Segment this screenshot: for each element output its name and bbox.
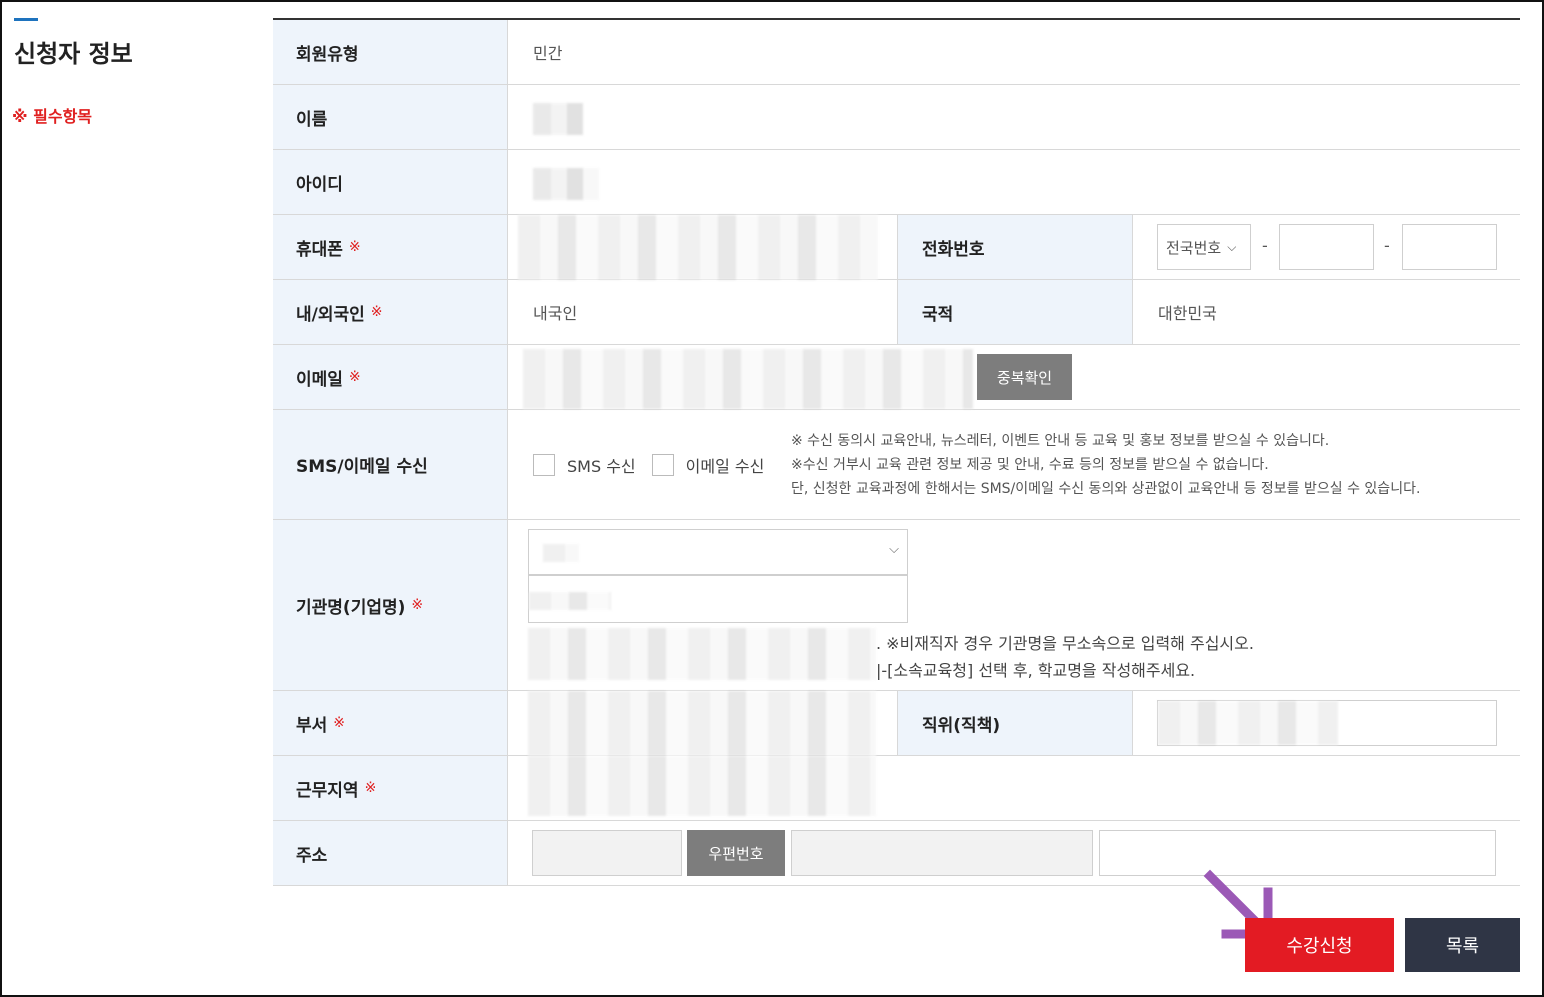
position-field bbox=[1133, 691, 1520, 755]
organization-note-2: |-[소속교육청] 선택 후, 학교명을 작성해주세요. bbox=[876, 661, 1196, 680]
phone-area-select[interactable]: 전국번호 ⌵ bbox=[1157, 224, 1251, 270]
address-main-input[interactable] bbox=[791, 830, 1093, 876]
sms-email-label: SMS/이메일 수신 bbox=[273, 410, 508, 519]
name-value bbox=[508, 85, 1520, 149]
position-input[interactable] bbox=[1157, 700, 1497, 746]
email-duplicate-check-button[interactable]: 중복확인 bbox=[977, 354, 1072, 400]
address-fields: 우편번호 bbox=[508, 821, 1520, 885]
organization-select-redacted bbox=[543, 544, 579, 562]
email-label: 이메일 ※ bbox=[273, 345, 508, 409]
mobile-input[interactable] bbox=[508, 215, 897, 280]
phone-last-input[interactable] bbox=[1402, 224, 1497, 270]
sms-email-notice: ※ 수신 동의시 교육안내, 뉴스레터, 이벤트 안내 등 교육 및 홍보 정보… bbox=[791, 429, 1420, 501]
email-fields: 중복확인 bbox=[508, 345, 1520, 409]
nationality-value: 대한민국 bbox=[1158, 304, 1217, 323]
address-label: 주소 bbox=[273, 821, 508, 885]
row-address: 주소 우편번호 bbox=[273, 821, 1520, 886]
organization-note-1: . ※비재직자 경우 기관명을 무소속으로 입력해 주십시오. bbox=[876, 634, 1254, 653]
work-region-input[interactable] bbox=[508, 756, 1520, 820]
apply-button[interactable]: 수강신청 bbox=[1245, 918, 1394, 972]
row-member-type: 회원유형 민간 bbox=[273, 20, 1520, 85]
user-id-value bbox=[508, 150, 1520, 214]
required-note: ※ 필수항목 bbox=[12, 107, 93, 126]
department-input[interactable] bbox=[508, 691, 897, 756]
email-checkbox[interactable] bbox=[651, 453, 674, 476]
member-type-label: 회원유형 bbox=[273, 20, 508, 84]
row-organization: 기관명(기업명) ※ ⌵ . ※비재직자 경우 기관명을 무소속으로 입력해 주십… bbox=[273, 520, 1520, 691]
nationality-label: 국적 bbox=[897, 280, 1133, 344]
sms-checkbox[interactable] bbox=[533, 453, 555, 476]
address-detail-input[interactable] bbox=[1099, 830, 1496, 876]
work-region-label: 근무지역 ※ bbox=[273, 756, 508, 820]
phone-fields: 전국번호 ⌵ - - bbox=[1133, 215, 1520, 279]
required-mark: ※ bbox=[370, 304, 383, 320]
name-label: 이름 bbox=[273, 85, 508, 149]
zipcode-input[interactable] bbox=[532, 830, 682, 876]
phone-area-select-value: 전국번호 bbox=[1166, 238, 1222, 257]
organization-select[interactable]: ⌵ bbox=[528, 529, 908, 575]
notice-line-1: ※ 수신 동의시 교육안내, 뉴스레터, 이벤트 안내 등 교육 및 홍보 정보… bbox=[791, 433, 1330, 449]
department-label: 부서 ※ bbox=[273, 691, 508, 755]
organization-input-redacted bbox=[529, 592, 611, 610]
organization-note-redacted bbox=[528, 628, 876, 680]
row-email: 이메일 ※ 중복확인 bbox=[273, 345, 1520, 410]
row-phone: 휴대폰 ※ 전화번호 전국번호 ⌵ - - bbox=[273, 215, 1520, 280]
list-button[interactable]: 목록 bbox=[1405, 918, 1520, 972]
required-mark: ※ bbox=[364, 780, 377, 796]
row-name: 이름 bbox=[273, 85, 1520, 150]
required-mark: ※ bbox=[333, 715, 346, 731]
organization-label: 기관명(기업명) ※ bbox=[273, 520, 508, 690]
notice-line-3: 단, 신청한 교육과정에 한해서는 SMS/이메일 수신 동의와 상관없이 교육… bbox=[791, 481, 1421, 497]
nationality-type-label: 내/외국인 ※ bbox=[273, 280, 508, 344]
applicant-form: 회원유형 민간 이름 아이디 휴대폰 ※ 전화번호 전국번호 ⌵ - - 내/외… bbox=[273, 18, 1520, 886]
zipcode-search-button[interactable]: 우편번호 bbox=[687, 830, 785, 876]
row-department: 부서 ※ 직위(직책) bbox=[273, 691, 1520, 756]
required-mark: ※ bbox=[348, 239, 361, 255]
position-redacted bbox=[1158, 701, 1338, 745]
mobile-label: 휴대폰 ※ bbox=[273, 215, 508, 279]
required-mark: ※ bbox=[411, 597, 424, 613]
row-user-id: 아이디 bbox=[273, 150, 1520, 215]
phone-dash-2: - bbox=[1384, 236, 1390, 255]
row-sms-email: SMS/이메일 수신 SMS 수신 이메일 수신 ※ 수신 동의시 교육안내, … bbox=[273, 410, 1520, 520]
row-work-region: 근무지역 ※ bbox=[273, 756, 1520, 821]
member-type-value: 민간 bbox=[533, 44, 563, 63]
organization-notes: . ※비재직자 경우 기관명을 무소속으로 입력해 주십시오. |-[소속교육청… bbox=[876, 630, 1254, 684]
sms-email-options: SMS 수신 이메일 수신 ※ 수신 동의시 교육안내, 뉴스레터, 이벤트 안… bbox=[508, 410, 1520, 519]
name-redacted bbox=[533, 103, 583, 135]
user-id-redacted bbox=[533, 168, 599, 200]
section-accent-bar bbox=[14, 18, 38, 21]
mobile-redacted bbox=[518, 215, 878, 280]
chevron-down-icon: ⌵ bbox=[1227, 239, 1237, 254]
email-redacted[interactable] bbox=[523, 349, 973, 409]
department-redacted bbox=[528, 691, 876, 756]
chevron-down-icon: ⌵ bbox=[889, 542, 899, 557]
user-id-label: 아이디 bbox=[273, 150, 508, 214]
organization-input[interactable] bbox=[528, 575, 908, 623]
sms-checkbox-label[interactable]: SMS 수신 bbox=[567, 453, 636, 477]
section-title: 신청자 정보 bbox=[14, 40, 133, 68]
organization-fields: ⌵ . ※비재직자 경우 기관명을 무소속으로 입력해 주십시오. |-[소속교… bbox=[508, 520, 1520, 690]
work-region-redacted bbox=[528, 756, 876, 816]
row-nationality: 내/외국인 ※ 내국인 국적 대한민국 bbox=[273, 280, 1520, 345]
notice-line-2: ※수신 거부시 교육 관련 정보 제공 및 안내, 수료 등의 정보를 받으실 … bbox=[791, 457, 1269, 473]
position-label: 직위(직책) bbox=[897, 691, 1133, 755]
nationality-type-value: 내국인 bbox=[533, 304, 578, 323]
phone-dash-1: - bbox=[1262, 236, 1268, 255]
required-mark: ※ bbox=[348, 369, 361, 385]
email-checkbox-label[interactable]: 이메일 수신 bbox=[686, 453, 765, 477]
phone-label: 전화번호 bbox=[897, 215, 1133, 279]
phone-middle-input[interactable] bbox=[1279, 224, 1374, 270]
